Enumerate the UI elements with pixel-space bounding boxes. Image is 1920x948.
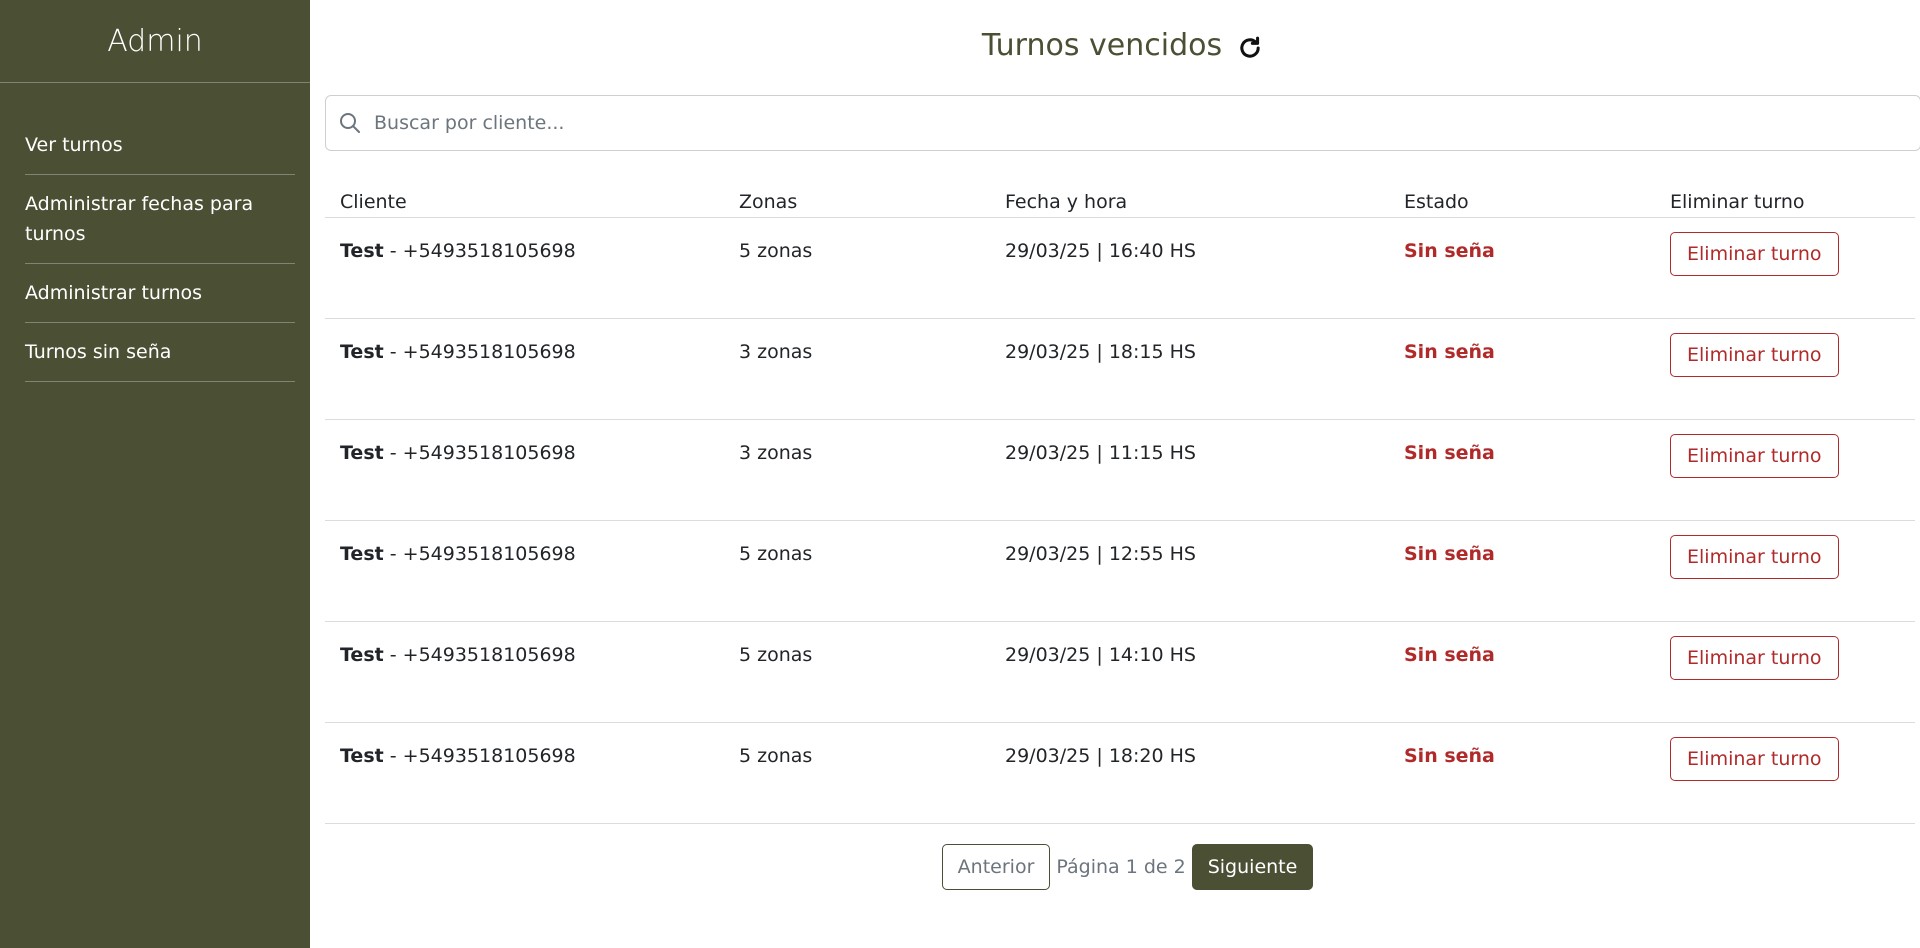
client-phone: - +5493518105698 [383,745,576,767]
cell-estado: Sin seña [1389,419,1655,521]
status-badge: Sin seña [1404,745,1495,767]
status-badge: Sin seña [1404,240,1495,262]
sidebar: Admin Ver turnos Administrar fechas para… [0,0,310,948]
cell-zonas: 5 zonas [724,520,990,622]
cell-fecha: 29/03/25 | 12:55 HS [990,520,1389,622]
client-phone: - +5493518105698 [383,442,576,464]
sidebar-item-administrar-turnos[interactable]: Administrar turnos [25,264,295,323]
main-content: Turnos vencidos Cliente Zon [310,0,1920,948]
cell-cliente: Test - +5493518105698 [325,419,724,521]
cell-zonas: 3 zonas [724,318,990,420]
cell-eliminar: Eliminar turno [1655,621,1915,723]
cell-fecha: 29/03/25 | 14:10 HS [990,621,1389,723]
cell-fecha: 29/03/25 | 16:40 HS [990,217,1389,319]
search-icon [338,111,362,135]
cell-estado: Sin seña [1389,318,1655,420]
cell-eliminar: Eliminar turno [1655,419,1915,521]
client-name: Test [340,644,384,666]
cell-zonas: 5 zonas [724,722,990,824]
delete-turno-button[interactable]: Eliminar turno [1670,434,1839,478]
cell-zonas: 3 zonas [724,419,990,521]
cell-eliminar: Eliminar turno [1655,520,1915,622]
status-badge: Sin seña [1404,644,1495,666]
cell-zonas: 5 zonas [724,217,990,319]
table-row: Test - +5493518105698 5 zonas 29/03/25 |… [325,621,1915,723]
client-phone: - +5493518105698 [383,644,576,666]
cell-cliente: Test - +5493518105698 [325,318,724,420]
status-badge: Sin seña [1404,442,1495,464]
table-header-row: Cliente Zonas Fecha y hora Estado Elimin… [325,191,1915,218]
client-name: Test [340,745,384,767]
next-page-button[interactable]: Siguiente [1191,844,1314,890]
previous-page-button[interactable]: Anterior [941,844,1051,890]
page-title: Turnos vencidos [981,28,1223,63]
table-row: Test - +5493518105698 5 zonas 29/03/25 |… [325,722,1915,824]
search-box [325,95,1920,151]
delete-turno-button[interactable]: Eliminar turno [1670,333,1839,377]
cell-eliminar: Eliminar turno [1655,318,1915,420]
cell-fecha: 29/03/25 | 11:15 HS [990,419,1389,521]
cell-estado: Sin seña [1389,722,1655,824]
cell-zonas: 5 zonas [724,621,990,723]
page-header: Turnos vencidos [325,0,1920,95]
sidebar-item-turnos-sin-sena[interactable]: Turnos sin seña [25,323,295,382]
delete-turno-button[interactable]: Eliminar turno [1670,636,1839,680]
pagination: Anterior Página 1 de 2 Siguiente [325,844,1915,890]
table-row: Test - +5493518105698 5 zonas 29/03/25 |… [325,520,1915,622]
sidebar-item-administrar-fechas[interactable]: Administrar fechas para turnos [25,175,295,264]
cell-cliente: Test - +5493518105698 [325,520,724,622]
refresh-icon[interactable] [1236,34,1264,62]
cell-estado: Sin seña [1389,217,1655,319]
cell-estado: Sin seña [1389,621,1655,723]
client-phone: - +5493518105698 [383,543,576,565]
sidebar-item-ver-turnos[interactable]: Ver turnos [25,128,295,175]
client-phone: - +5493518105698 [383,341,576,363]
table-row: Test - +5493518105698 3 zonas 29/03/25 |… [325,318,1915,420]
status-badge: Sin seña [1404,543,1495,565]
column-header-eliminar: Eliminar turno [1655,191,1915,218]
cell-cliente: Test - +5493518105698 [325,722,724,824]
column-header-fecha: Fecha y hora [990,191,1389,218]
cell-eliminar: Eliminar turno [1655,217,1915,319]
column-header-estado: Estado [1389,191,1655,218]
app-layout: Admin Ver turnos Administrar fechas para… [0,0,1920,948]
status-badge: Sin seña [1404,341,1495,363]
search-input[interactable] [372,111,1876,135]
client-name: Test [340,341,384,363]
table-row: Test - +5493518105698 5 zonas 29/03/25 |… [325,217,1915,319]
page-indicator: Página 1 de 2 [1056,856,1186,878]
cell-eliminar: Eliminar turno [1655,722,1915,824]
cell-fecha: 29/03/25 | 18:15 HS [990,318,1389,420]
cell-cliente: Test - +5493518105698 [325,621,724,723]
client-name: Test [340,543,384,565]
turnos-table: Cliente Zonas Fecha y hora Estado Elimin… [325,191,1915,824]
delete-turno-button[interactable]: Eliminar turno [1670,232,1839,276]
sidebar-title: Admin [0,0,310,83]
table-row: Test - +5493518105698 3 zonas 29/03/25 |… [325,419,1915,521]
client-name: Test [340,442,384,464]
sidebar-nav: Ver turnos Administrar fechas para turno… [0,128,310,382]
column-header-zonas: Zonas [724,191,990,218]
client-name: Test [340,240,384,262]
cell-estado: Sin seña [1389,520,1655,622]
client-phone: - +5493518105698 [383,240,576,262]
delete-turno-button[interactable]: Eliminar turno [1670,737,1839,781]
column-header-cliente: Cliente [325,191,724,218]
cell-cliente: Test - +5493518105698 [325,217,724,319]
delete-turno-button[interactable]: Eliminar turno [1670,535,1839,579]
cell-fecha: 29/03/25 | 18:20 HS [990,722,1389,824]
